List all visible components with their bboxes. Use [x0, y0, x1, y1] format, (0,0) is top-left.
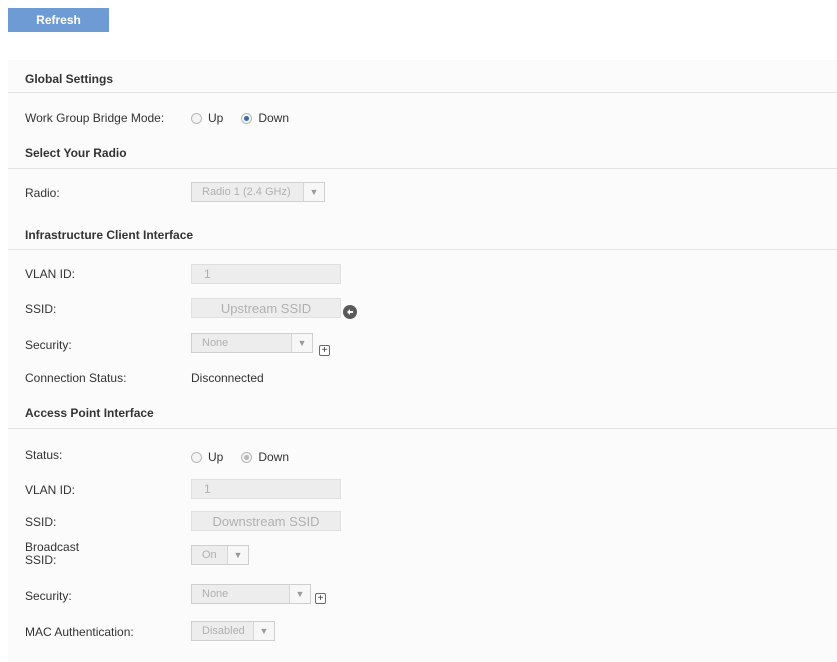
chevron-down-icon: ▼: [227, 546, 248, 564]
settings-panel: [8, 60, 837, 662]
connection-status-label: Connection Status:: [25, 371, 127, 385]
mac-auth-select[interactable]: Disabled ▼: [191, 621, 275, 641]
refresh-button[interactable]: Refresh: [8, 8, 109, 32]
wgb-down-radio[interactable]: [241, 112, 253, 124]
radio-label: Radio:: [25, 186, 60, 200]
arrow-left-icon[interactable]: [343, 305, 357, 319]
wgb-mode-radio-group: Up Down: [191, 111, 307, 125]
radio-select-value: Radio 1 (2.4 GHz): [202, 186, 291, 198]
broadcast-ssid-label-line2: SSID:: [25, 553, 57, 567]
client-vlan-value: 1: [204, 267, 211, 281]
ap-down-radio[interactable]: [241, 451, 253, 463]
section-title-select-radio: Select Your Radio: [25, 146, 127, 160]
ap-vlan-value: 1: [204, 482, 211, 496]
client-security-value: None: [202, 337, 229, 349]
ap-ssid-label: SSID:: [25, 515, 57, 529]
ap-up-radio[interactable]: [191, 451, 202, 463]
client-security-select[interactable]: None ▼: [191, 333, 313, 353]
ap-security-value: None: [202, 588, 229, 600]
wgb-down-label: Down: [258, 111, 290, 125]
chevron-down-icon: ▼: [291, 334, 312, 352]
client-vlan-label: VLAN ID:: [25, 267, 76, 281]
wgb-up-label: Up: [208, 111, 224, 125]
ap-ssid-value: Downstream SSID: [212, 513, 320, 529]
wgb-up-radio[interactable]: [191, 112, 202, 124]
ap-status-radio-group: Up Down: [191, 450, 307, 464]
plus-icon[interactable]: +: [319, 345, 330, 356]
mac-auth-value: Disabled: [202, 625, 245, 637]
divider: [8, 168, 837, 169]
ap-up-label: Up: [208, 450, 224, 464]
client-security-label: Security:: [25, 338, 72, 352]
broadcast-ssid-select[interactable]: On ▼: [191, 545, 249, 565]
ap-ssid-input[interactable]: Downstream SSID: [191, 511, 341, 531]
section-title-client-interface: Infrastructure Client Interface: [25, 228, 194, 242]
section-title-ap-interface: Access Point Interface: [25, 406, 154, 420]
divider: [8, 249, 837, 250]
chevron-down-icon: ▼: [253, 622, 274, 640]
plus-icon[interactable]: +: [315, 593, 326, 604]
ap-security-label: Security:: [25, 589, 72, 603]
client-vlan-input[interactable]: 1: [191, 264, 341, 284]
client-ssid-input[interactable]: Upstream SSID: [191, 298, 341, 318]
divider: [8, 428, 837, 429]
ap-status-label: Status:: [25, 448, 63, 462]
ap-down-label: Down: [258, 450, 290, 464]
ap-security-select[interactable]: None ▼: [191, 584, 311, 604]
section-title-global-settings: Global Settings: [25, 72, 114, 86]
connection-status-value: Disconnected: [191, 371, 264, 385]
ap-vlan-input[interactable]: 1: [191, 479, 341, 499]
ap-vlan-label: VLAN ID:: [25, 483, 76, 497]
divider: [8, 92, 837, 93]
broadcast-ssid-label: Broadcast SSID:: [25, 541, 79, 567]
chevron-down-icon: ▼: [303, 183, 324, 201]
client-ssid-label: SSID:: [25, 302, 57, 316]
client-ssid-value: Upstream SSID: [220, 300, 312, 316]
broadcast-ssid-value: On: [202, 549, 217, 561]
mac-auth-label: MAC Authentication:: [25, 625, 134, 639]
radio-select[interactable]: Radio 1 (2.4 GHz) ▼: [191, 182, 325, 202]
chevron-down-icon: ▼: [289, 585, 310, 603]
wgb-mode-label: Work Group Bridge Mode:: [25, 111, 165, 125]
